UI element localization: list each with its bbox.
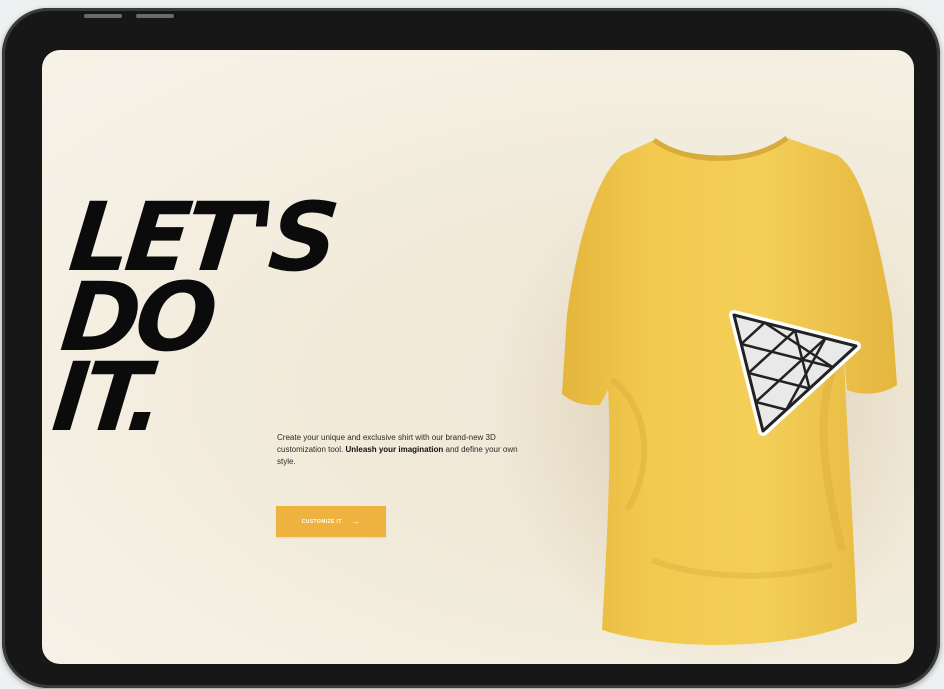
hero-headline: LET'S DO IT.: [48, 183, 339, 453]
screen: LET'S DO IT. Create your unique and excl…: [42, 50, 914, 664]
hero-description: Create your unique and exclusive shirt w…: [277, 432, 522, 468]
arrow-right-icon: →: [351, 517, 361, 526]
tshirt-image: [502, 136, 914, 664]
tablet-frame: LET'S DO IT. Create your unique and excl…: [2, 8, 940, 688]
customize-button-label: CUSTOMIZE IT: [301, 518, 342, 525]
volume-button: [84, 14, 122, 18]
power-button: [136, 14, 174, 18]
customize-button[interactable]: CUSTOMIZE IT →: [276, 506, 386, 537]
description-bold: Unleash your imagination: [345, 445, 444, 454]
